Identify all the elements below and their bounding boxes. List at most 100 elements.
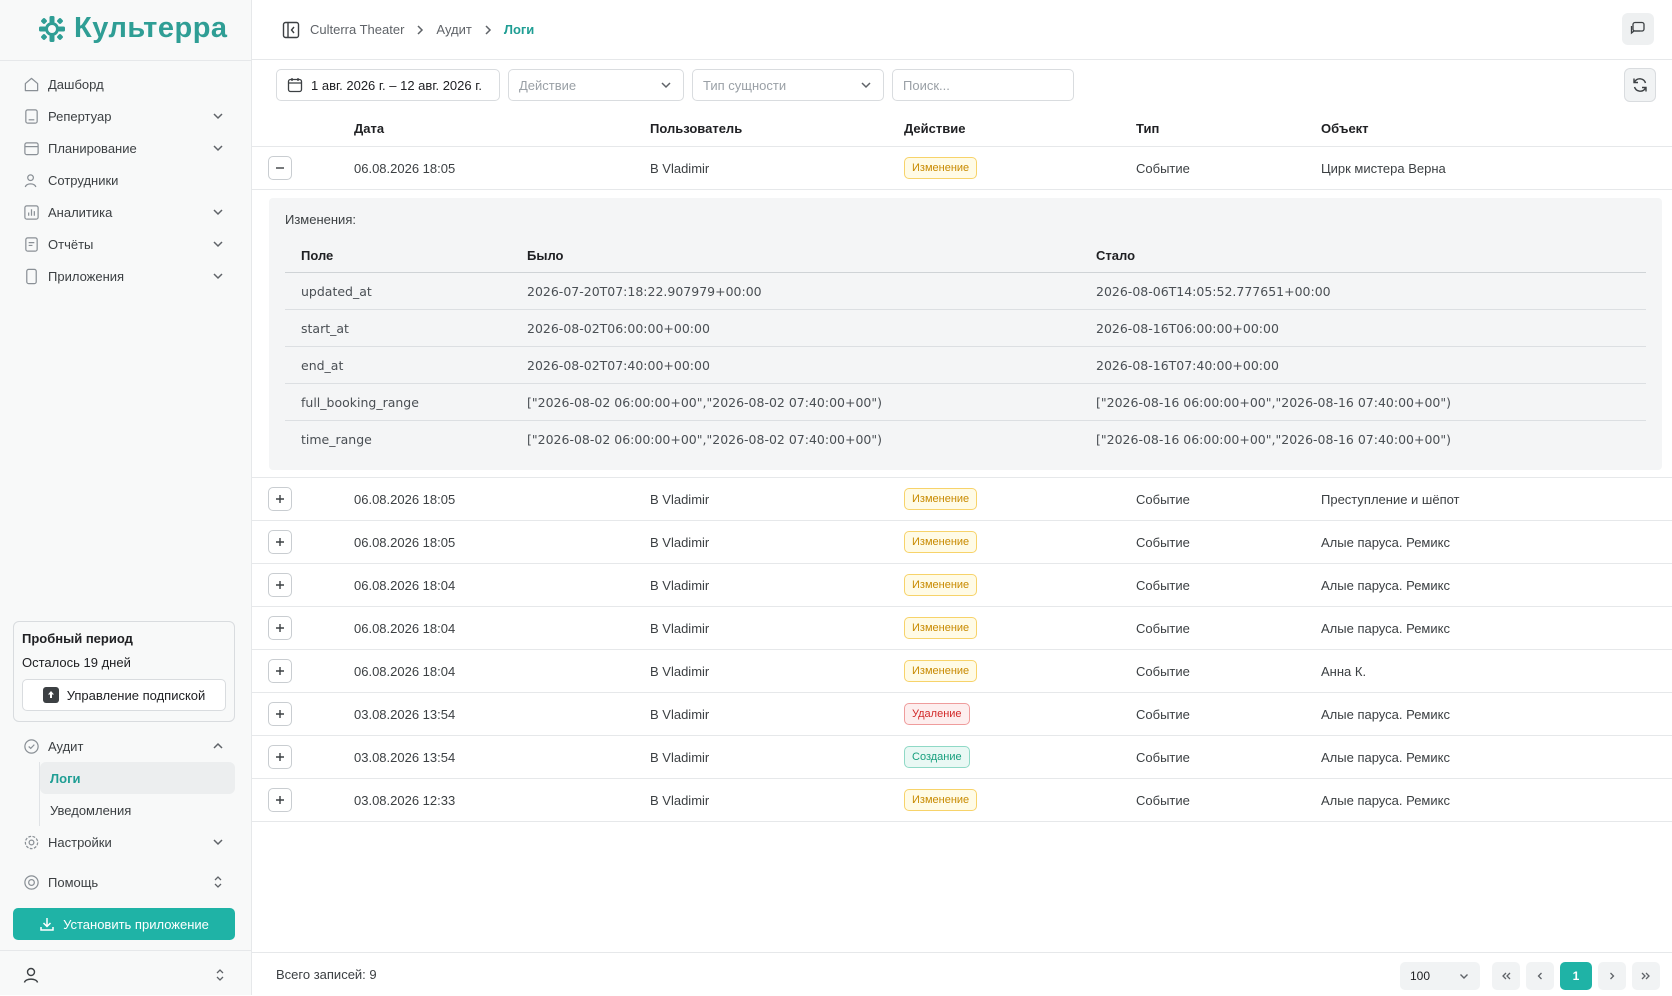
expand-row-button[interactable] — [268, 745, 292, 769]
cell-object: Алые паруса. Ремикс — [1321, 792, 1450, 808]
table-header: Дата Пользователь Действие Тип Объект — [252, 110, 1672, 147]
expand-cell — [268, 693, 292, 735]
sidebar-item-label: Дашборд — [48, 76, 104, 92]
refresh-button[interactable] — [1624, 68, 1656, 102]
chevron-up-icon — [213, 742, 223, 749]
sidebar-item-help[interactable]: Помощь — [13, 866, 235, 898]
trial-card: Пробный период Осталось 19 дней Управлен… — [13, 621, 235, 722]
cell-type: Событие — [1136, 620, 1190, 636]
plus-icon — [276, 667, 284, 675]
sidebar-item-repertoire[interactable]: Репертуар — [13, 100, 235, 132]
cell-object: Алые паруса. Ремикс — [1321, 749, 1450, 765]
column-header-action[interactable]: Действие — [904, 110, 965, 146]
trial-remaining: Осталось 19 дней — [22, 655, 131, 670]
column-header-now: Стало — [1096, 247, 1136, 263]
column-header-object[interactable]: Объект — [1321, 110, 1369, 146]
sidebar-item-label: Помощь — [48, 874, 99, 890]
next-page-button[interactable] — [1598, 962, 1626, 990]
cell-user: B Vladimir — [650, 491, 710, 507]
manage-subscription-button[interactable]: Управление подпиской — [22, 679, 226, 711]
chevron-down-icon — [213, 241, 223, 248]
chevron-down-icon — [213, 145, 223, 152]
plus-icon — [276, 753, 284, 761]
action-badge: Изменение — [904, 789, 978, 811]
sidebar-item-dashboard[interactable]: Дашборд — [13, 68, 235, 100]
gear-icon — [24, 835, 39, 849]
breadcrumb-item[interactable]: Culterra Theater — [310, 22, 404, 37]
entity-type-select[interactable]: Тип сущности — [692, 69, 884, 101]
search-placeholder: Поиск... — [903, 77, 950, 93]
sidebar-item-analytics[interactable]: Аналитика — [13, 196, 235, 228]
expand-row-button[interactable] — [268, 659, 292, 683]
cell-type: Событие — [1136, 792, 1190, 808]
sidebar-item-notifications[interactable]: Уведомления — [40, 794, 235, 826]
logo[interactable]: Культерра — [38, 12, 228, 45]
collapse-row-button[interactable] — [268, 156, 292, 180]
sidebar-item-label: Планирование — [48, 140, 137, 156]
table-row: 06.08.2026 18:05 B Vladimir Изменение Событ… — [252, 478, 1672, 521]
pagination: 1 — [1492, 962, 1660, 990]
column-header-field: Поле — [301, 247, 334, 263]
chevron-down-icon — [213, 273, 223, 280]
cell-object: Анна К. — [1321, 663, 1367, 679]
expand-row-button[interactable] — [268, 573, 292, 597]
cell-type: Событие — [1136, 749, 1190, 765]
calendar-icon — [24, 141, 39, 155]
date-range-picker[interactable]: 1 авг. 2026 г. – 12 авг. 2026 г. — [276, 69, 500, 101]
cell-user: B Vladimir — [650, 160, 710, 176]
expand-row-button[interactable] — [268, 487, 292, 511]
expand-row-button[interactable] — [268, 530, 292, 554]
action-select[interactable]: Действие — [508, 69, 684, 101]
table-row: 06.08.2026 18:04 B Vladimir Изменение Событ… — [252, 564, 1672, 607]
cell-date: 06.08.2026 18:05 — [354, 534, 456, 550]
first-page-button[interactable] — [1492, 962, 1520, 990]
sidebar-item-label: Сотрудники — [48, 172, 119, 188]
column-header-date[interactable]: Дата — [354, 110, 384, 146]
prev-page-button[interactable] — [1526, 962, 1554, 990]
sidebar-item-reports[interactable]: Отчёты — [13, 228, 235, 260]
sidebar: Культерра Дашборд Репертуар Планирование Со… — [0, 0, 252, 995]
top-bar: Culterra Theater Аудит Логи — [252, 0, 1672, 60]
page-button-current[interactable]: 1 — [1560, 962, 1592, 990]
sidebar-item-audit[interactable]: Аудит — [13, 730, 235, 762]
sidebar-item-settings[interactable]: Настройки — [13, 826, 235, 858]
expand-cell — [268, 521, 292, 563]
change-row: time_range ["2026-08-02 06:00:00+00","202… — [285, 421, 1646, 458]
install-app-button[interactable]: Установить приложение — [13, 908, 235, 940]
sidebar-item-logs[interactable]: Логи — [40, 762, 235, 794]
chat-button[interactable] — [1622, 13, 1654, 45]
entity-type-placeholder: Тип сущности — [703, 77, 787, 93]
total-records: Всего записей: 9 — [276, 967, 377, 982]
search-input[interactable]: Поиск... — [892, 69, 1074, 101]
tablet-icon — [25, 108, 38, 124]
breadcrumb-item[interactable]: Аудит — [436, 22, 471, 37]
action-badge: Удаление — [904, 703, 970, 725]
trial-title: Пробный период — [22, 631, 133, 646]
table-row: 06.08.2026 18:04 B Vladimir Изменение Событ… — [252, 650, 1672, 693]
cell-object: Алые паруса. Ремикс — [1321, 706, 1450, 722]
user-menu[interactable] — [22, 963, 227, 987]
change-new-value: 2026-08-16T06:00:00+00:00 — [1096, 320, 1279, 336]
cell-action: Изменение — [904, 478, 978, 520]
expand-cell — [268, 607, 292, 649]
expand-row-button[interactable] — [268, 702, 292, 726]
plus-icon — [276, 710, 284, 718]
expand-row-button[interactable] — [268, 616, 292, 640]
user-icon — [23, 967, 39, 983]
sidebar-item-label: Приложения — [48, 268, 125, 284]
sidebar-item-staff[interactable]: Сотрудники — [13, 164, 235, 196]
expand-cell — [268, 478, 292, 520]
sidebar-item-planning[interactable]: Планирование — [13, 132, 235, 164]
chevron-updown-icon — [216, 969, 224, 981]
sidebar-item-apps[interactable]: Приложения — [13, 260, 235, 292]
cell-user: B Vladimir — [650, 792, 710, 808]
sidebar-item-label: Аудит — [48, 738, 84, 754]
column-header-user[interactable]: Пользователь — [650, 110, 742, 146]
row-details-area: Изменения: Поле Было Стало updated_at 2026-07… — [252, 190, 1672, 478]
last-page-button[interactable] — [1632, 962, 1660, 990]
cell-object: Преступление и шёпот — [1321, 491, 1460, 507]
expand-row-button[interactable] — [268, 788, 292, 812]
sidebar-toggle-icon[interactable] — [282, 21, 300, 39]
column-header-type[interactable]: Тип — [1136, 110, 1159, 146]
page-size-select[interactable]: 100 — [1400, 962, 1480, 990]
